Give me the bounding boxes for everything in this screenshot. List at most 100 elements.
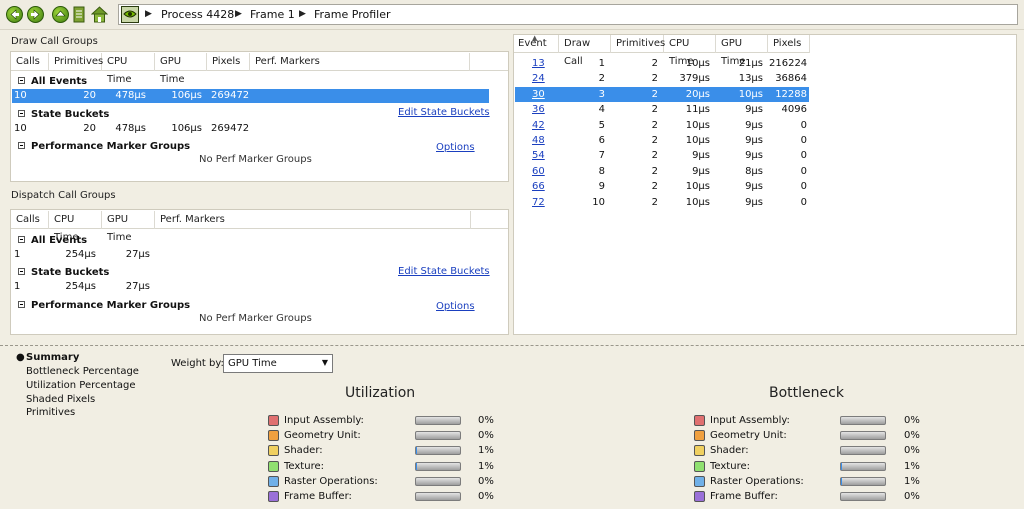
table-row[interactable]: 10 20 478µs 106µs 269472 bbox=[12, 122, 489, 136]
table-cell: 10µs bbox=[685, 181, 710, 193]
breadcrumb-frame-profiler[interactable]: Frame Profiler bbox=[314, 8, 391, 21]
col-perf-markers[interactable]: Perf. Markers bbox=[155, 211, 471, 229]
table-row[interactable]: 72 10 2 10µs 9µs 0 bbox=[515, 195, 809, 210]
back-button[interactable] bbox=[6, 6, 23, 23]
arrow-left-icon bbox=[10, 9, 19, 20]
col-cpu-time[interactable]: CPU Time bbox=[49, 211, 102, 243]
sidebar-item-shaded-pixels[interactable]: Shaded Pixels bbox=[26, 394, 95, 405]
table-row[interactable]: 54 7 2 9µs 9µs 0 bbox=[515, 148, 809, 163]
edit-state-buckets-link[interactable]: Edit State Buckets bbox=[398, 107, 490, 118]
col-gpu-time[interactable]: GPU Time bbox=[716, 35, 768, 67]
table-cell: 10µs bbox=[685, 196, 710, 208]
table-row[interactable]: 1 254µs 27µs bbox=[12, 248, 489, 262]
group-performance-markers[interactable]: Performance Marker Groups bbox=[18, 141, 190, 152]
table-row[interactable]: 24 2 2 379µs 13µs 36864 bbox=[515, 71, 809, 86]
toolbar: ▶ Process 4428 ▶ Frame 1 ▶ Frame Profile… bbox=[0, 0, 1024, 30]
col-primitives[interactable]: Primitives bbox=[49, 53, 103, 71]
table-cell: 9µs bbox=[745, 135, 763, 146]
events-table: ▲ Event Draw Call Primitives CPU Time GP… bbox=[513, 34, 1017, 335]
collapse-icon[interactable] bbox=[18, 301, 25, 308]
col-primitives[interactable]: Primitives bbox=[611, 35, 665, 53]
table-cell: 20µs bbox=[685, 88, 710, 100]
table-row[interactable]: 66 9 2 10µs 9µs 0 bbox=[515, 179, 809, 194]
col-gpu-time[interactable]: GPU Time bbox=[102, 211, 155, 243]
table-cell: 2 bbox=[651, 135, 658, 146]
table-cell: 5 bbox=[598, 119, 605, 131]
home-icon bbox=[90, 6, 109, 23]
group-all-events[interactable]: All Events bbox=[18, 76, 87, 87]
table-row[interactable]: 1 254µs 27µs bbox=[12, 280, 489, 294]
table-row[interactable]: 48 6 2 10µs 9µs 0 bbox=[515, 133, 809, 148]
sidebar-item-primitives[interactable]: Primitives bbox=[26, 407, 75, 418]
metric-percent: 1% bbox=[478, 460, 494, 472]
nvidia-logo-icon[interactable] bbox=[121, 6, 139, 23]
metric-label: Frame Buffer: bbox=[710, 491, 778, 502]
table-cell: 2 bbox=[651, 58, 658, 69]
col-perf-markers[interactable]: Perf. Markers bbox=[250, 53, 470, 71]
col-draw-call[interactable]: Draw Call bbox=[559, 35, 611, 67]
table-cell: 7 bbox=[598, 150, 605, 162]
table-row[interactable]: 60 8 2 9µs 8µs 0 bbox=[515, 164, 809, 179]
table-cell: 13µs bbox=[738, 73, 763, 85]
legend-swatch bbox=[694, 475, 705, 487]
forward-button[interactable] bbox=[27, 6, 44, 23]
breadcrumb-frame[interactable]: Frame 1 bbox=[250, 8, 295, 21]
col-calls[interactable]: Calls bbox=[11, 53, 49, 71]
table-row[interactable]: 30 3 2 20µs 10µs 12288 bbox=[515, 86, 809, 102]
group-state-buckets[interactable]: State Buckets bbox=[18, 267, 109, 278]
weight-by-label: Weight by: bbox=[171, 358, 224, 369]
sidebar-item-bottleneck-percentage[interactable]: Bottleneck Percentage bbox=[26, 366, 139, 377]
table-cell: 0 bbox=[800, 181, 807, 193]
table-cell: 4096 bbox=[781, 104, 807, 116]
metric-bar bbox=[415, 431, 461, 441]
table-cell: 4 bbox=[598, 104, 605, 116]
group-state-buckets[interactable]: State Buckets bbox=[18, 109, 109, 120]
sidebar-item-summary[interactable]: Summary bbox=[26, 352, 79, 363]
col-pixels[interactable]: Pixels bbox=[207, 53, 250, 71]
table-row[interactable]: 42 5 2 10µs 9µs 0 bbox=[515, 118, 809, 133]
table-cell: 2 bbox=[651, 181, 658, 193]
table-cell: 36864 bbox=[775, 73, 807, 85]
col-calls[interactable]: Calls bbox=[11, 211, 49, 229]
table-cell: 2 bbox=[651, 150, 658, 162]
table-row[interactable]: 36 4 2 11µs 9µs 4096 bbox=[515, 102, 809, 117]
breadcrumb-arrow-icon: ▶ bbox=[145, 9, 152, 19]
group-all-events[interactable]: All Events bbox=[18, 235, 87, 246]
metric-bar bbox=[840, 416, 886, 425]
col-cpu-time[interactable]: CPU Time bbox=[664, 35, 716, 67]
legend-swatch bbox=[694, 445, 705, 457]
col-cpu-time[interactable]: CPU Time bbox=[102, 53, 155, 85]
up-button[interactable] bbox=[52, 6, 69, 23]
table-row[interactable]: 10 20 478µs 106µs 269472 bbox=[12, 89, 489, 103]
table-cell: 2 bbox=[651, 119, 658, 131]
legend-swatch bbox=[268, 491, 279, 502]
table-cell: 10µs bbox=[738, 88, 763, 100]
group-performance-markers[interactable]: Performance Marker Groups bbox=[18, 300, 190, 311]
table-cell: 2 bbox=[651, 196, 658, 208]
table-cell: 10 bbox=[592, 196, 605, 208]
col-gpu-time[interactable]: GPU Time bbox=[155, 53, 207, 85]
sidebar-item-utilization-percentage[interactable]: Utilization Percentage bbox=[26, 380, 136, 391]
table-cell: 379µs bbox=[679, 73, 710, 85]
collapse-icon[interactable] bbox=[18, 268, 25, 275]
col-pixels[interactable]: Pixels bbox=[768, 35, 810, 53]
options-link[interactable]: Options bbox=[436, 301, 475, 312]
edit-state-buckets-link[interactable]: Edit State Buckets bbox=[398, 266, 490, 277]
table-row[interactable]: 13 1 2 10µs 21µs 216224 bbox=[515, 56, 809, 71]
weight-by-select[interactable]: GPU Time ▼ bbox=[223, 354, 333, 373]
collapse-icon[interactable] bbox=[18, 110, 25, 117]
document-button[interactable] bbox=[72, 6, 89, 23]
options-link[interactable]: Options bbox=[436, 142, 475, 153]
home-button[interactable] bbox=[90, 6, 109, 23]
table-cell: 0 bbox=[800, 150, 807, 162]
metric-percent: 1% bbox=[478, 445, 494, 457]
col-event[interactable]: ▲ Event bbox=[514, 34, 559, 53]
collapse-icon[interactable] bbox=[18, 77, 25, 84]
collapse-icon[interactable] bbox=[18, 236, 25, 243]
arrow-right-icon bbox=[31, 9, 40, 20]
empty-message: No Perf Marker Groups bbox=[199, 313, 312, 324]
breadcrumb-process[interactable]: Process 4428 bbox=[161, 8, 234, 21]
metric-label: Shader: bbox=[284, 445, 323, 457]
table-cell: 0 bbox=[800, 165, 807, 177]
collapse-icon[interactable] bbox=[18, 142, 25, 149]
